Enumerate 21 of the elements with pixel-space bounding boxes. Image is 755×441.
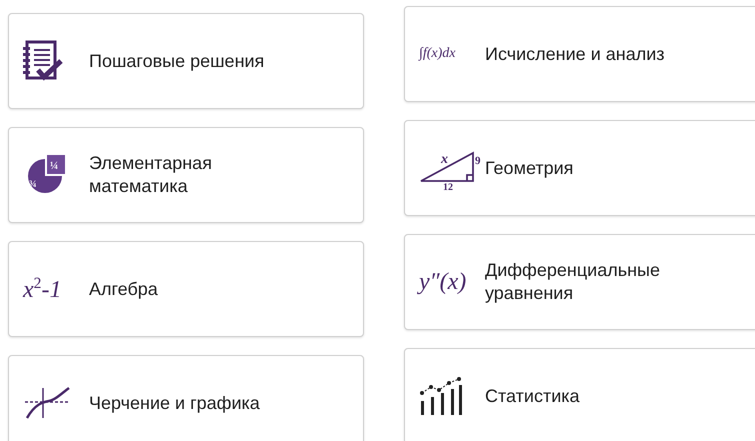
category-card[interactable]: y″(x) Дифференциальные уравнения [404, 234, 755, 330]
triangle-icon [420, 152, 474, 182]
graph-icon [23, 386, 71, 420]
category-card[interactable]: Статистика [404, 348, 755, 441]
category-card[interactable]: Пошаговые решения [8, 13, 364, 109]
notebook-check-icon [23, 40, 63, 82]
math-formula: x$^{2}$-1 [23, 274, 62, 304]
side-label: 9 [475, 155, 480, 167]
bar-line-chart-icon [419, 375, 465, 417]
side-label: x [441, 152, 448, 167]
side-label: 12 [443, 182, 453, 190]
math-formula: ∫f(x)dx [419, 46, 456, 62]
fraction-label: ¾ [29, 179, 36, 190]
category-card[interactable]: ∫f(x)dx Исчисление и анализ [404, 6, 755, 102]
pie-chart-icon [28, 159, 62, 193]
category-card[interactable]: Черчение и графика [8, 355, 364, 441]
fraction-label: ¼ [50, 160, 58, 172]
category-card[interactable]: x 9 12 Геометрия [404, 120, 755, 216]
math-formula: y″(x) [419, 268, 466, 296]
category-card[interactable]: ¼ ¾ Элементарная математика [8, 127, 364, 223]
category-card[interactable]: x$^{2}$-1 Алгебра [8, 241, 364, 337]
